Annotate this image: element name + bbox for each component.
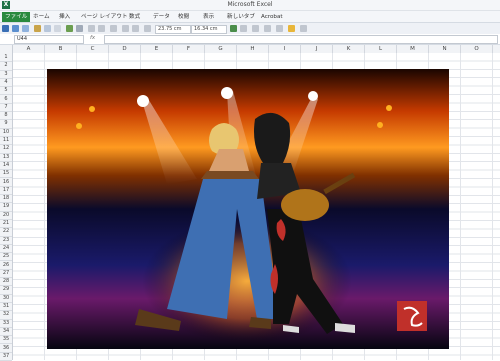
formula-bar: U44 fx <box>0 34 500 45</box>
outline-icon[interactable] <box>76 25 83 32</box>
undo-icon[interactable] <box>12 25 19 32</box>
width-field[interactable]: 23.75 cm <box>155 25 191 34</box>
column-header[interactable]: G <box>205 45 237 53</box>
tab-new[interactable]: 新しいタブ <box>224 12 258 22</box>
stage-light-icon <box>386 105 392 111</box>
shape-icon[interactable] <box>54 25 61 32</box>
illustration-svg <box>47 69 449 349</box>
tab-page-layout[interactable]: ページ レイアウト <box>78 12 130 22</box>
title-bar: X Microsoft Excel <box>0 0 500 11</box>
column-header[interactable]: C <box>77 45 109 53</box>
rock-concert-illustration[interactable] <box>47 69 449 349</box>
tab-insert[interactable]: 挿入 <box>56 12 73 22</box>
back-icon[interactable] <box>132 25 139 32</box>
spotlight-icon <box>137 95 149 107</box>
ribbon-tabs: ファイル ホーム 挿入 ページ レイアウト 数式 データ 校閲 表示 新しいタブ… <box>0 11 500 22</box>
row-headers: 1 2 3 4 5 6 7 8 9 10 11 12 13 14 15 16 1… <box>0 53 13 361</box>
name-box[interactable]: U44 <box>14 35 84 44</box>
effect-icon[interactable] <box>252 25 259 32</box>
window-title: Microsoft Excel <box>227 1 273 8</box>
paint-icon[interactable] <box>34 25 41 32</box>
redo-icon[interactable] <box>22 25 29 32</box>
red-artist-seal <box>397 301 427 331</box>
formula-input[interactable] <box>104 35 498 44</box>
column-header[interactable]: B <box>45 45 77 53</box>
layout-icon[interactable] <box>276 25 283 32</box>
rotate-icon[interactable] <box>98 25 105 32</box>
stage-light-icon <box>377 122 383 128</box>
arrow-icon[interactable] <box>44 25 51 32</box>
spotlight-icon <box>221 87 233 99</box>
tab-file[interactable]: ファイル <box>2 12 31 22</box>
column-header[interactable]: K <box>333 45 365 53</box>
stage-light-icon <box>89 106 95 112</box>
column-header[interactable]: A <box>13 45 45 53</box>
crop-icon[interactable] <box>144 25 151 32</box>
border-icon[interactable] <box>264 25 271 32</box>
fill-icon[interactable] <box>66 25 73 32</box>
tab-home[interactable]: ホーム <box>30 12 53 22</box>
select-all-corner[interactable] <box>0 45 13 53</box>
column-header[interactable]: D <box>109 45 141 53</box>
column-header[interactable]: I <box>269 45 301 53</box>
save-icon[interactable] <box>2 25 9 32</box>
column-header[interactable]: L <box>365 45 397 53</box>
column-header[interactable]: N <box>429 45 461 53</box>
column-header[interactable]: M <box>397 45 429 53</box>
tab-formulas[interactable]: 数式 <box>126 12 143 22</box>
style-icon[interactable] <box>240 25 247 32</box>
height-field[interactable]: 16.34 cm <box>191 25 227 34</box>
guitar-icon <box>281 189 329 221</box>
column-header[interactable]: H <box>237 45 269 53</box>
tab-data[interactable]: データ <box>150 12 173 22</box>
fx-label[interactable]: fx <box>90 35 95 41</box>
column-header[interactable]: O <box>461 45 493 53</box>
column-header[interactable]: E <box>141 45 173 53</box>
more-icon[interactable] <box>300 25 307 32</box>
column-header[interactable]: F <box>173 45 205 53</box>
tab-view[interactable]: 表示 <box>200 12 217 22</box>
picture-icon[interactable] <box>230 25 237 32</box>
tab-review[interactable]: 校閲 <box>175 12 192 22</box>
column-header[interactable]: J <box>301 45 333 53</box>
front-icon[interactable] <box>122 25 129 32</box>
tab-acrobat[interactable]: Acrobat <box>258 12 286 22</box>
stage-light-icon <box>76 123 82 129</box>
spotlight-icon <box>308 91 318 101</box>
group-icon[interactable] <box>110 25 117 32</box>
folder-icon[interactable] <box>288 25 295 32</box>
align-icon[interactable] <box>88 25 95 32</box>
